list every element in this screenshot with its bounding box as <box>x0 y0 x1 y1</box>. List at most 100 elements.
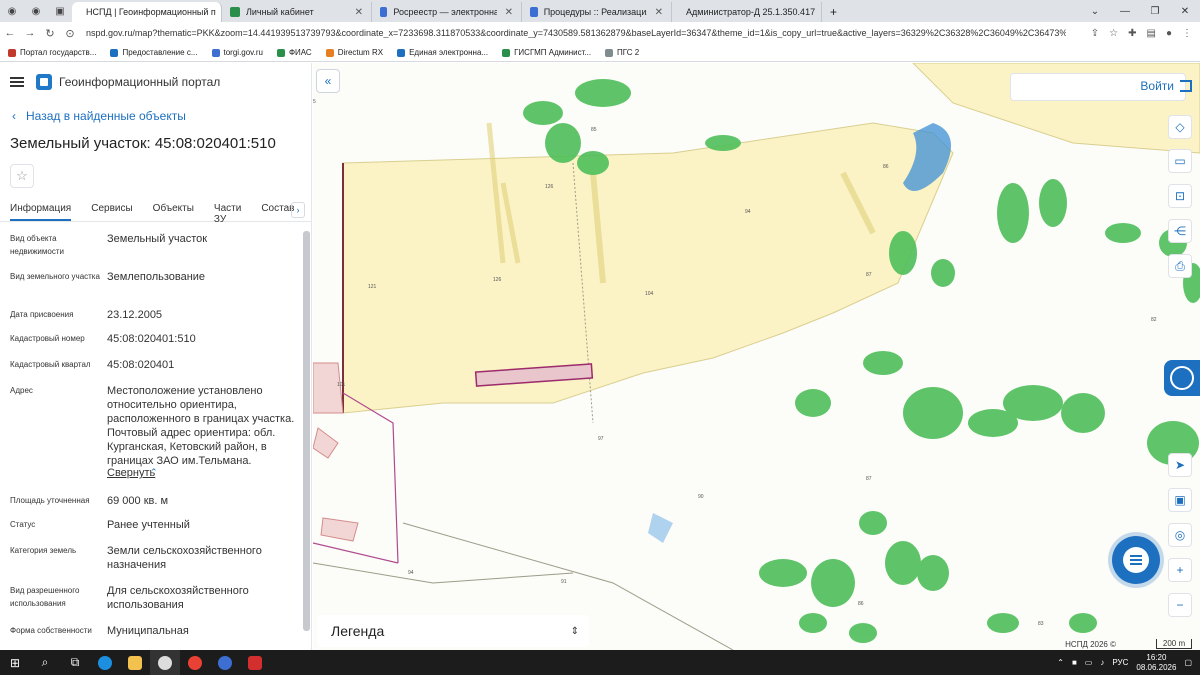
bookmark-item[interactable]: Directum RX <box>325 48 383 57</box>
map-label: 83 <box>1038 621 1044 627</box>
sidepanel-icon[interactable]: ▤ <box>1147 28 1156 39</box>
clock[interactable]: 16:20 08.06.2026 <box>1136 653 1176 673</box>
pdf-reader-icon[interactable] <box>240 650 270 675</box>
url-field[interactable]: nspd.gov.ru/map?thematic=PKK&zoom=14.441… <box>86 28 1066 38</box>
favicon-icon <box>325 48 334 57</box>
locate-icon[interactable]: ➤ <box>1168 453 1192 477</box>
back-link[interactable]: ‹ Назад в найденные объекты <box>0 109 311 123</box>
favicon-icon <box>502 48 511 57</box>
bookmark-item[interactable]: Портал государств... <box>8 48 96 57</box>
promo-widget[interactable] <box>1164 360 1200 396</box>
bookmark-item[interactable]: torgi.gov.ru <box>211 48 263 57</box>
chevron-up-icon[interactable]: ⌃ <box>1057 658 1064 667</box>
favicon-icon <box>230 7 240 17</box>
tab-parts[interactable]: Части ЗУ <box>214 200 241 225</box>
tab-objects[interactable]: Объекты <box>153 200 194 221</box>
favicon-icon <box>211 48 220 57</box>
browser-tab-1[interactable]: Личный кабинет ✕ <box>222 2 372 22</box>
layers-icon[interactable]: ◇ <box>1168 115 1192 139</box>
menu-icon[interactable]: ⋮ <box>1182 28 1192 39</box>
browser-tab-4[interactable]: Администратор-Д 25.1.350.417 ✕ <box>672 2 822 22</box>
sidebar-scrollbar[interactable] <box>303 231 310 631</box>
menu-icon[interactable] <box>10 77 24 87</box>
system-tray: ⌃ ■ ▭ ♪ РУС 16:20 08.06.2026 ▢ <box>1057 650 1192 675</box>
minimize-icon[interactable]: — <box>1110 0 1140 22</box>
tab-composition[interactable]: Состав <box>261 200 294 221</box>
browser-tab-2[interactable]: Росреестр — электронная торгов ✕ <box>372 2 522 22</box>
favicon-icon <box>8 48 16 57</box>
login-icon <box>1180 80 1192 92</box>
geolocation-icon[interactable]: ◎ <box>1168 523 1192 547</box>
chevron-down-icon[interactable]: ⌄ <box>1080 0 1110 22</box>
extensions-icon[interactable]: ✚ <box>1128 28 1136 39</box>
task-view-icon[interactable]: ⧉ <box>60 650 90 675</box>
favicon-icon <box>605 48 614 57</box>
select-area-icon[interactable]: ⊡ <box>1168 184 1192 208</box>
app-tray-icon[interactable]: ■ <box>1072 658 1077 667</box>
notification-icon[interactable]: ▢ <box>1184 658 1192 667</box>
window-controls: ⌄ — ❐ ✕ <box>1080 0 1200 22</box>
share-icon[interactable]: ⋲ <box>1168 219 1192 243</box>
search-icon[interactable]: ⌕ <box>30 650 60 675</box>
map-label: 87 <box>866 272 872 278</box>
network-icon[interactable]: ▭ <box>1085 658 1093 667</box>
print-icon[interactable]: ⎙ <box>1168 254 1192 278</box>
map-canvas[interactable]: 5 85 126 86 94 121 126 104 87 97 90 87 9… <box>313 63 1200 650</box>
chat-button[interactable] <box>1112 536 1160 584</box>
favorite-star-icon[interactable]: ☆ <box>10 164 34 188</box>
bookmark-item[interactable]: Предоставление с... <box>110 48 198 57</box>
new-tab-button[interactable]: + <box>822 2 845 22</box>
extension-icon[interactable]: ▣ <box>48 0 72 22</box>
chrome-icon[interactable]: ◉ <box>0 0 24 22</box>
chevron-up-icon[interactable]: ⌃ <box>150 465 160 479</box>
bookmark-item[interactable]: ФИАС <box>276 48 312 57</box>
browser-tab-0[interactable]: НСПД | Геоинформационный п ✕ <box>72 2 222 22</box>
chrome-taskbar-icon[interactable] <box>150 650 180 675</box>
start-icon[interactable]: ⊞ <box>0 650 30 675</box>
close-icon[interactable]: ✕ <box>355 7 363 18</box>
maximize-icon[interactable]: ❐ <box>1140 0 1170 22</box>
close-icon[interactable]: ✕ <box>1170 0 1200 22</box>
chat-icon <box>1123 547 1149 573</box>
site-info-icon[interactable]: ⊙ <box>60 27 80 40</box>
profile-icon[interactable]: ● <box>1166 28 1172 39</box>
zoom-out-button[interactable]: − <box>1168 593 1192 617</box>
yandex-browser-icon[interactable] <box>210 650 240 675</box>
close-icon[interactable]: ✕ <box>505 7 513 18</box>
bookmark-item[interactable]: ГИСГМП Админист... <box>502 48 591 57</box>
basemap-icon[interactable]: ▣ <box>1168 488 1192 512</box>
zoom-in-button[interactable]: + <box>1168 558 1192 582</box>
bookmark-item[interactable]: Единая электронна... <box>397 48 488 57</box>
chrome-icon[interactable] <box>180 650 210 675</box>
chrome-icon[interactable]: ◉ <box>24 0 48 22</box>
close-icon[interactable]: ✕ <box>655 7 663 18</box>
map-label: 85 <box>591 127 597 133</box>
back-icon[interactable]: ← <box>0 27 20 39</box>
chevron-right-icon[interactable]: › <box>291 202 305 218</box>
explorer-icon[interactable] <box>120 650 150 675</box>
map-label: 90 <box>698 494 704 500</box>
collapse-sidebar-button[interactable]: « <box>316 69 340 93</box>
object-sidebar: Геоинформационный портал ‹ Назад в найде… <box>0 63 312 650</box>
edge-icon[interactable] <box>90 650 120 675</box>
tab-services[interactable]: Сервисы <box>91 200 132 221</box>
volume-icon[interactable]: ♪ <box>1100 658 1104 667</box>
browser-tab-3[interactable]: Процедуры :: Реализация госим ✕ <box>522 2 672 22</box>
ruler-icon[interactable]: ▭ <box>1168 149 1192 173</box>
map-label: 87 <box>866 476 872 482</box>
map-label: 97 <box>598 436 604 442</box>
expand-icon[interactable]: ⇕ <box>571 626 579 637</box>
legend-panel[interactable]: Легенда ⇕ <box>317 615 589 647</box>
map-scale: 200 m <box>1156 639 1192 649</box>
login-button[interactable]: Войти <box>1140 79 1192 93</box>
favicon-icon <box>530 7 538 17</box>
promo-icon <box>1170 366 1194 390</box>
tab-info[interactable]: Информация <box>10 200 72 221</box>
share-icon[interactable]: ⇪ <box>1091 28 1099 39</box>
forward-icon[interactable]: → <box>20 27 40 39</box>
reload-icon[interactable]: ↻ <box>40 27 60 40</box>
language-indicator[interactable]: РУС <box>1112 658 1128 667</box>
map-label: 94 <box>745 209 751 215</box>
bookmark-item[interactable]: ПГС 2 <box>605 48 639 57</box>
star-icon[interactable]: ☆ <box>1109 28 1118 39</box>
